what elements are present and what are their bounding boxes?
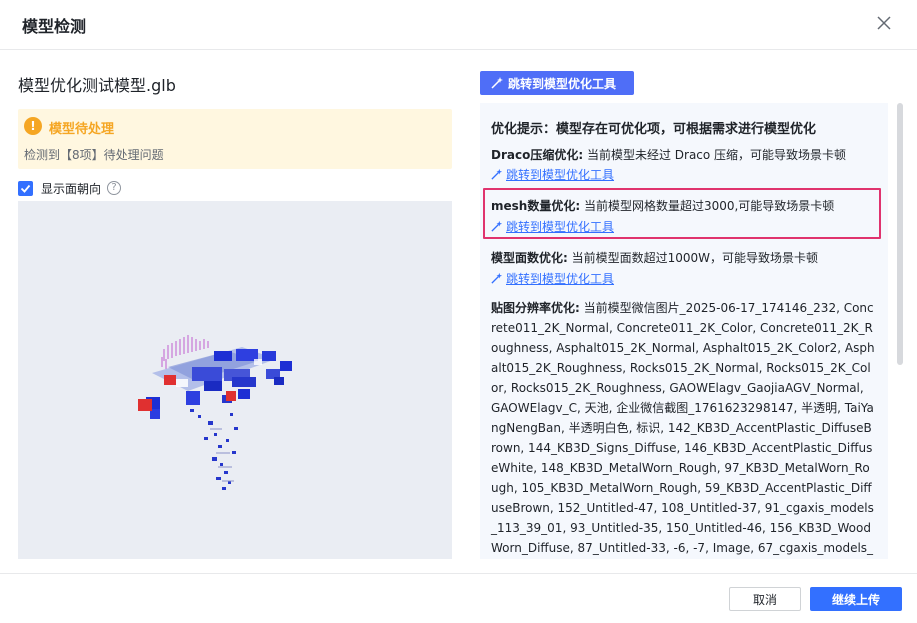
jump-button-label: 跳转到模型优化工具 — [508, 76, 617, 91]
draco-jump-link[interactable]: 跳转到模型优化工具 — [490, 166, 614, 183]
dialog-header: 模型检测 — [0, 0, 917, 50]
model-check-dialog: 模型检测 模型优化测试模型.glb ! 模型待处理 检测到【8项】待处理问题 显… — [0, 0, 917, 623]
draco-item-name: Draco压缩优化: — [491, 148, 584, 162]
draco-item-desc: 当前模型未经过 Draco 压缩，可能导致场景卡顿 — [583, 148, 847, 162]
jump-to-optimization-tool-button[interactable]: 跳转到模型优化工具 — [480, 71, 634, 95]
draco-item: Draco压缩优化: 当前模型未经过 Draco 压缩，可能导致场景卡顿 — [491, 146, 846, 163]
magic-wand-icon — [491, 220, 503, 232]
show-face-orientation-label: 显示面朝向 — [41, 181, 102, 196]
magic-wand-icon — [491, 77, 503, 89]
texture-item-name: 贴图分辨率优化: — [491, 301, 580, 315]
continue-upload-button[interactable]: 继续上传 — [810, 587, 902, 611]
optimization-tips-title: 优化提示：模型存在可优化项，可根据需求进行模型优化 — [491, 122, 817, 137]
magic-wand-icon — [491, 272, 503, 284]
close-icon[interactable] — [875, 14, 893, 32]
face-count-jump-link-label: 跳转到模型优化工具 — [506, 272, 615, 286]
draco-jump-link-label: 跳转到模型优化工具 — [506, 168, 615, 182]
exclamation-icon: ! — [24, 117, 42, 135]
mesh-jump-link-label: 跳转到模型优化工具 — [506, 220, 615, 234]
tips-panel-scrollbar[interactable] — [897, 103, 903, 365]
cancel-button[interactable]: 取消 — [729, 587, 801, 611]
dialog-title: 模型检测 — [22, 17, 87, 36]
show-face-orientation-checkbox[interactable] — [18, 180, 33, 196]
model-3d-viewport[interactable] — [18, 201, 452, 559]
mesh-item-name: mesh数量优化: — [491, 199, 581, 213]
mesh-item: mesh数量优化: 当前模型网格数量超过3000,可能导致场景卡顿 — [491, 197, 834, 214]
mesh-item-desc: 当前模型网格数量超过3000,可能导致场景卡顿 — [580, 199, 835, 213]
model-preview-render — [138, 335, 292, 490]
help-icon[interactable]: ? — [107, 181, 122, 195]
pending-alert: ! 模型待处理 检测到【8项】待处理问题 — [18, 109, 452, 169]
mesh-jump-link[interactable]: 跳转到模型优化工具 — [490, 218, 614, 235]
alert-description: 检测到【8项】待处理问题 — [24, 148, 164, 162]
optimization-tips-panel: 优化提示：模型存在可优化项，可根据需求进行模型优化 Draco压缩优化: 当前模… — [480, 103, 888, 559]
face-count-item: 模型面数优化: 当前模型面数超过1000W，可能导致场景卡顿 — [491, 249, 818, 266]
face-count-jump-link[interactable]: 跳转到模型优化工具 — [490, 270, 614, 287]
alert-title: 模型待处理 — [49, 122, 115, 137]
face-count-item-name: 模型面数优化: — [491, 251, 568, 265]
magic-wand-icon — [491, 168, 503, 180]
face-count-item-desc: 当前模型面数超过1000W，可能导致场景卡顿 — [567, 251, 819, 265]
texture-item-desc: 当前模型微信图片_2025-06-17_174146_232, Concrete… — [491, 301, 875, 555]
show-face-orientation-row: 显示面朝向 ? — [18, 179, 122, 197]
model-file-name: 模型优化测试模型.glb — [18, 76, 176, 95]
texture-resolution-item: 贴图分辨率优化: 当前模型微信图片_2025-06-17_174146_232,… — [491, 298, 876, 559]
